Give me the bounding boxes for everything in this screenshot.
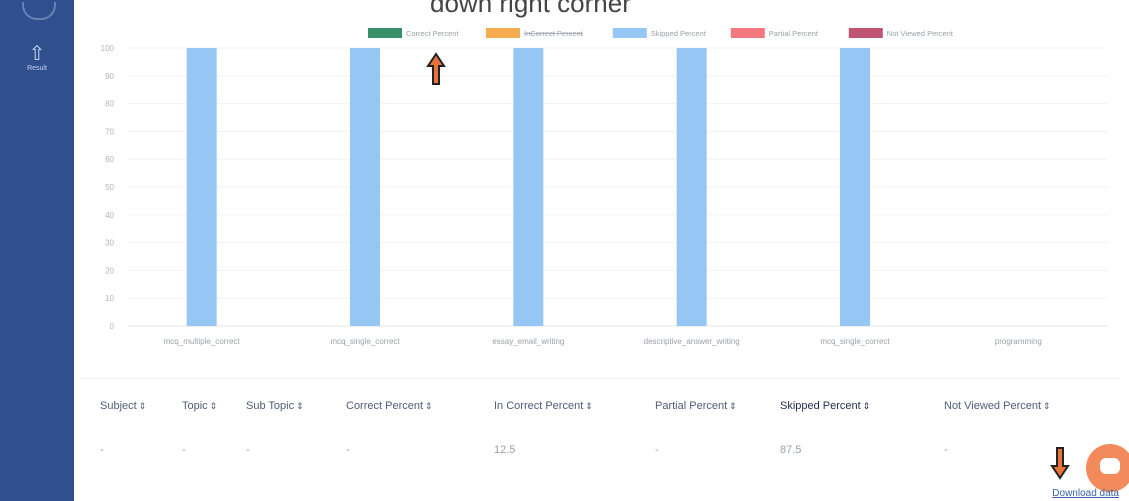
cell-correct-percent: -: [346, 444, 350, 456]
annotation-arrow-down-icon: [1050, 447, 1070, 480]
x-tick-label: mcq_single_correct: [820, 337, 890, 346]
legend-label: InCorrect Percent: [524, 29, 584, 38]
bar: [350, 48, 380, 326]
legend-swatch: [730, 28, 765, 38]
legend-label: Not Viewed Percent: [887, 29, 954, 38]
legend-swatch: [612, 28, 647, 38]
column-header-incorrect-percent[interactable]: In Correct Percent ⇕: [494, 400, 593, 412]
chat-bubble-icon: [1100, 458, 1120, 474]
download-data-link[interactable]: Download data: [1052, 488, 1119, 499]
y-tick-label: 80: [105, 100, 114, 109]
bar-chart: 0 10 20 30 40 50 60 70 80 90 100 mcq_multiple_corre…: [101, 28, 1108, 346]
user-icon[interactable]: [22, 2, 56, 20]
bar: [513, 48, 544, 326]
y-tick-label: 50: [105, 183, 114, 192]
chat-button[interactable]: [1086, 444, 1129, 492]
table-row: - - - - 12.5 - 87.5 -: [0, 444, 1129, 464]
sidebar: ⇧ Result: [0, 0, 74, 501]
legend-swatch: [848, 28, 883, 38]
upload-arrow-icon: ⇧: [28, 43, 46, 65]
chart-card: 0 10 20 30 40 50 60 70 80 90 100 mcq_multiple_corre…: [88, 22, 1120, 372]
cell-not-viewed-percent: -: [944, 444, 948, 456]
y-tick-label: 60: [105, 155, 114, 164]
cell-topic: -: [182, 444, 186, 456]
y-tick-label: 0: [110, 322, 115, 331]
column-header-subject[interactable]: Subject ⇕: [100, 400, 146, 412]
divider: [80, 378, 1120, 379]
cell-skipped-percent: 87.5: [780, 444, 802, 456]
cell-partial-percent: -: [655, 444, 659, 456]
sidebar-item-result[interactable]: ⇧ Result: [14, 44, 60, 72]
y-tick-label: 70: [105, 127, 114, 136]
legend-label: Partial Percent: [769, 29, 819, 38]
x-tick-label: programming: [995, 337, 1042, 346]
y-tick-label: 100: [101, 44, 115, 53]
y-tick-label: 40: [105, 211, 114, 220]
column-header-not-viewed-percent[interactable]: Not Viewed Percent ⇕: [944, 400, 1051, 412]
annotation-arrow-up-icon: [426, 52, 446, 85]
column-header-sub-topic[interactable]: Sub Topic ⇕: [246, 400, 304, 412]
y-tick-label: 10: [105, 294, 114, 303]
cell-sub-topic: -: [246, 444, 250, 456]
bar: [186, 48, 217, 326]
legend-label: Skipped Percent: [651, 29, 707, 38]
bar: [676, 48, 707, 326]
column-header-partial-percent[interactable]: Partial Percent ⇕: [655, 400, 737, 412]
x-tick-label: mcq_single_correct: [330, 337, 400, 346]
table-header: Subject ⇕ Topic ⇕ Sub Topic ⇕ Correct Perce…: [0, 400, 1129, 420]
y-tick-label: 30: [105, 239, 114, 248]
sort-icon[interactable]: ⇕: [863, 401, 871, 411]
x-tick-label: mcq_multiple_correct: [164, 337, 241, 346]
x-tick-label: descriptive_answer_writing: [644, 337, 740, 346]
column-header-skipped-percent[interactable]: Skipped Percent ⇕: [780, 400, 870, 412]
column-header-correct-percent[interactable]: Correct Percent ⇕: [346, 400, 433, 412]
sort-icon[interactable]: ⇕: [585, 401, 593, 411]
legend-swatch: [368, 28, 402, 38]
y-tick-label: 20: [105, 266, 114, 275]
sort-icon[interactable]: ⇕: [425, 401, 433, 411]
sidebar-item-label: Result: [27, 65, 47, 72]
cell-incorrect-percent: 12.5: [494, 444, 516, 456]
column-header-topic[interactable]: Topic ⇕: [182, 400, 217, 412]
legend-swatch: [486, 28, 520, 38]
sort-icon[interactable]: ⇕: [729, 401, 737, 411]
x-tick-label: essay_email_writing: [492, 337, 564, 346]
sort-icon[interactable]: ⇕: [296, 401, 304, 411]
page-heading: down right corner: [430, 0, 631, 18]
bar: [840, 48, 870, 326]
sort-icon[interactable]: ⇕: [1043, 401, 1051, 411]
sort-icon[interactable]: ⇕: [210, 401, 218, 411]
sort-icon[interactable]: ⇕: [139, 401, 147, 411]
y-tick-label: 90: [105, 72, 114, 81]
legend-label: Correct Percent: [406, 29, 459, 38]
cell-subject: -: [100, 444, 104, 456]
